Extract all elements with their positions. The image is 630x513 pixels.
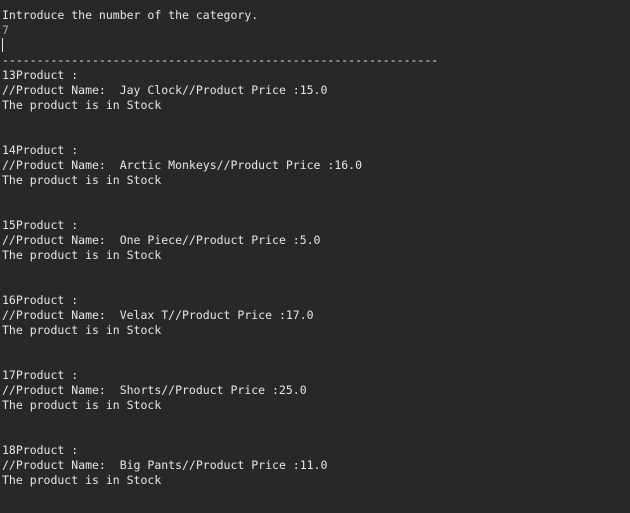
input-value: 7 <box>2 23 9 37</box>
product-detail: //Product Name: One Piece//Product Price… <box>2 233 321 247</box>
product-detail: //Product Name: Shorts//Product Price :2… <box>2 383 307 397</box>
product-stock-status: The product is in Stock <box>2 98 162 112</box>
product-detail: //Product Name: Arctic Monkeys//Product … <box>2 158 363 172</box>
product-header: 17Product : <box>2 368 79 382</box>
separator-line: ----------------------------------------… <box>2 53 439 67</box>
product-header: 14Product : <box>2 143 79 157</box>
product-header: 13Product : <box>2 68 79 82</box>
product-stock-status: The product is in Stock <box>2 323 162 337</box>
product-stock-status: The product is in Stock <box>2 248 162 262</box>
product-header: 15Product : <box>2 218 79 232</box>
product-detail: //Product Name: Big Pants//Product Price… <box>2 458 328 472</box>
product-stock-status: The product is in Stock <box>2 473 162 487</box>
product-header: 16Product : <box>2 293 79 307</box>
product-stock-status: The product is in Stock <box>2 173 162 187</box>
product-header: 18Product : <box>2 443 79 457</box>
prompt-text: Introduce the number of the category. <box>2 8 259 22</box>
product-stock-status: The product is in Stock <box>2 398 162 412</box>
console-output[interactable]: Introduce the number of the category. 7 … <box>0 0 630 513</box>
product-detail: //Product Name: Velax T//Product Price :… <box>2 308 314 322</box>
text-cursor <box>2 38 3 52</box>
product-detail: //Product Name: Jay Clock//Product Price… <box>2 83 328 97</box>
